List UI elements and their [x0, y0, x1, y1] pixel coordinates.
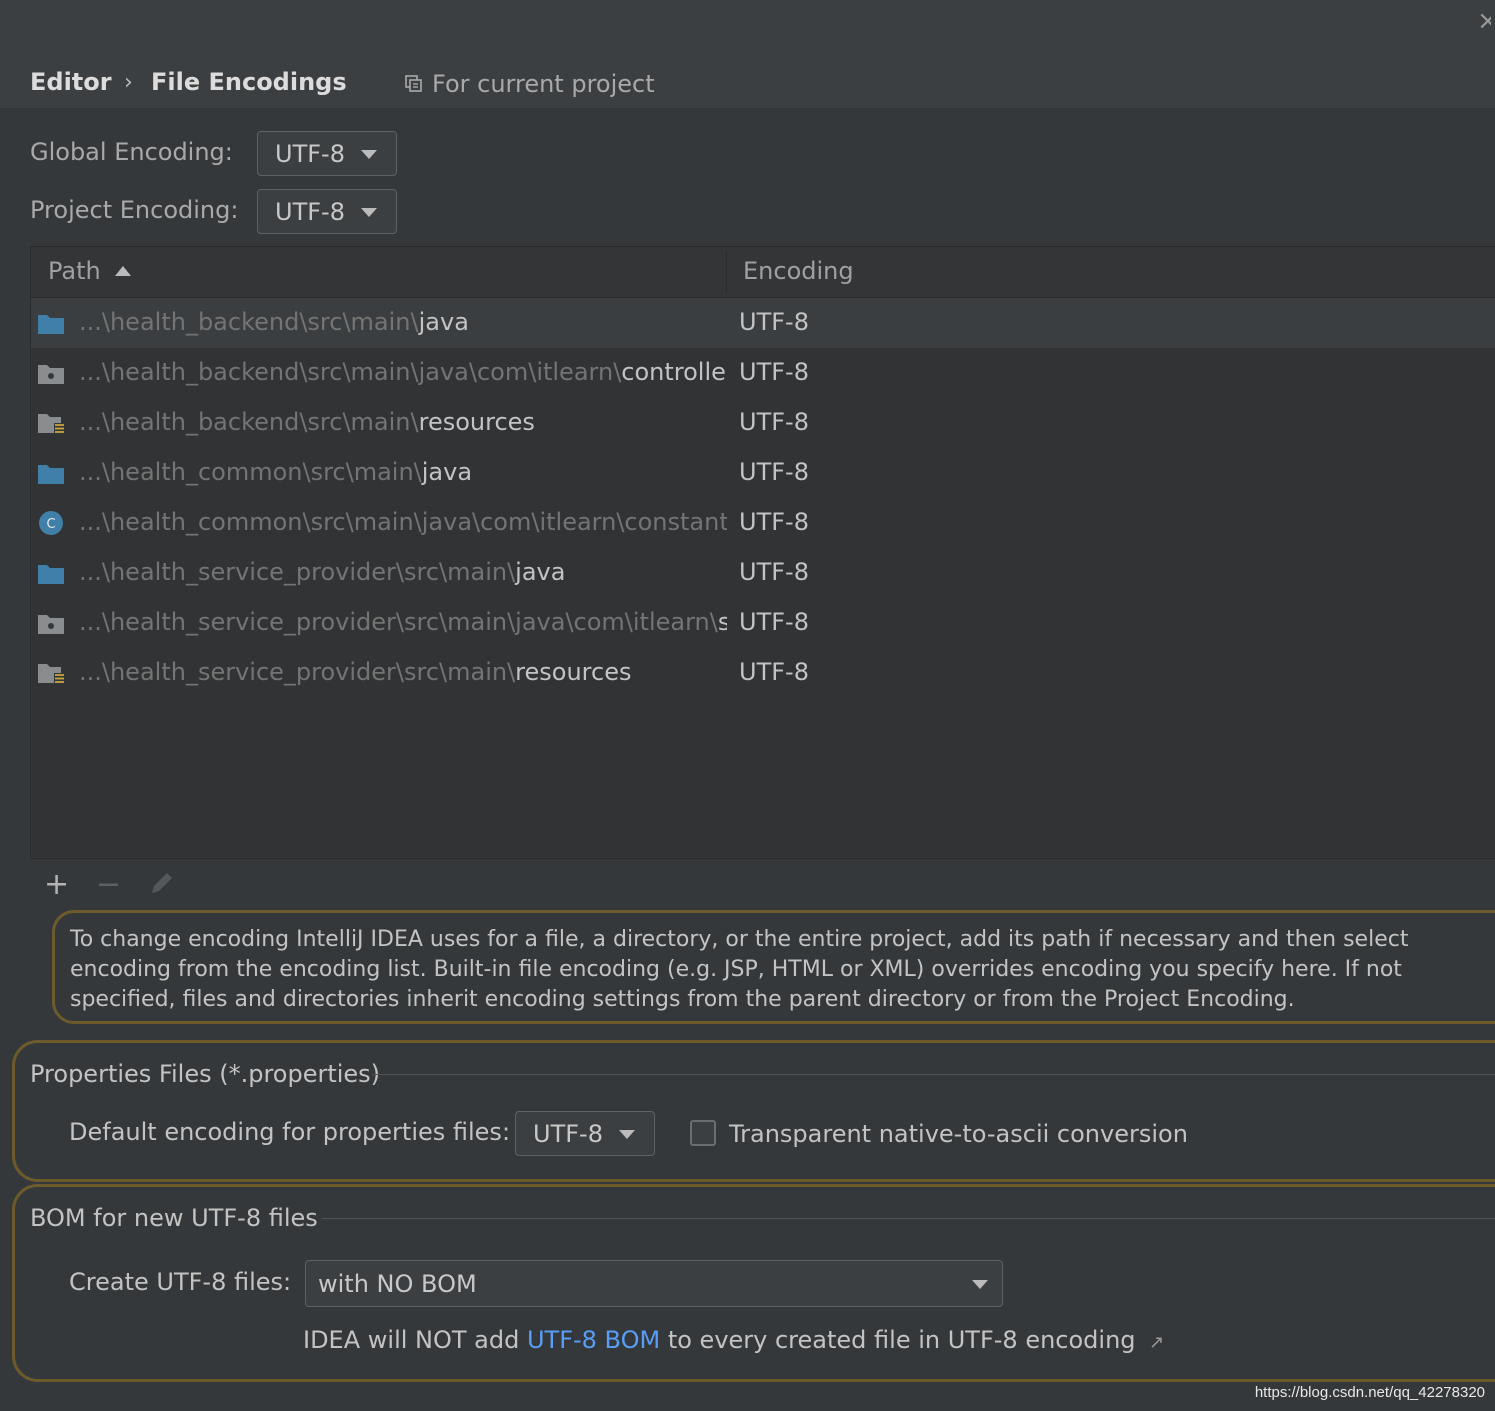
table-row[interactable]: ...\health_service_provider\src\main\jav… — [31, 548, 1495, 598]
row-encoding[interactable]: UTF-8 — [739, 308, 809, 336]
svg-text:C: C — [46, 517, 55, 532]
section-separator — [322, 1218, 1495, 1219]
breadcrumb-separator: › — [124, 70, 133, 95]
transparent-conversion-checkbox[interactable] — [690, 1120, 716, 1146]
row-path: ...\health_common\src\main\java — [79, 458, 473, 486]
global-encoding-dropdown[interactable]: UTF-8 — [257, 131, 397, 176]
bom-mode-value: with NO BOM — [318, 1269, 477, 1298]
properties-section-title: Properties Files (*.properties) — [30, 1060, 381, 1088]
encoding-help-text: To change encoding IntelliJ IDEA uses fo… — [52, 910, 1495, 1024]
bom-note-text: IDEA will NOT add — [303, 1326, 527, 1354]
project-encoding-dropdown[interactable]: UTF-8 — [257, 189, 397, 234]
package-icon — [38, 615, 64, 634]
resources-folder-icon — [38, 414, 64, 434]
edit-pencil-icon[interactable] — [148, 869, 176, 897]
table-row[interactable]: ...\health_backend\src\main\java UTF-8 — [31, 298, 1495, 348]
source-folder-icon — [38, 465, 64, 484]
column-header-encoding[interactable]: Encoding — [743, 257, 854, 285]
global-encoding-label: Global Encoding: — [30, 138, 233, 166]
row-path: ...\health_service_provider\src\main\res… — [79, 658, 632, 686]
external-link-icon[interactable]: ↗ — [1149, 1332, 1164, 1353]
table-header: Path Encoding — [31, 247, 1495, 298]
table-row[interactable]: ...\health_backend\src\main\resources UTF… — [31, 398, 1495, 448]
row-path: ...\health_backend\src\main\java\com\itl… — [79, 358, 727, 386]
bom-note: IDEA will NOT add UTF-8 BOM to every cre… — [303, 1326, 1164, 1354]
column-divider[interactable] — [726, 250, 727, 294]
watermark: https://blog.csdn.net/qq_42278320 — [1254, 1384, 1485, 1401]
properties-default-encoding-label: Default encoding for properties files: — [69, 1118, 511, 1146]
project-encoding-label: Project Encoding: — [30, 196, 239, 224]
sort-ascending-icon[interactable] — [114, 265, 132, 277]
section-separator — [372, 1074, 1495, 1075]
row-encoding[interactable]: UTF-8 — [739, 608, 809, 636]
table-row[interactable]: ...\health_service_provider\src\main\jav… — [31, 598, 1495, 648]
row-encoding[interactable]: UTF-8 — [739, 408, 809, 436]
create-utf8-label: Create UTF-8 files: — [69, 1268, 292, 1296]
source-folder-icon — [38, 315, 64, 334]
scope-label: For current project — [432, 70, 655, 98]
bom-section-title: BOM for new UTF-8 files — [30, 1204, 318, 1232]
project-encoding-value: UTF-8 — [275, 197, 345, 226]
settings-header: × Editor › File Encodings For current pr… — [0, 0, 1495, 108]
resources-folder-icon — [38, 664, 64, 684]
bom-note-text-end: to every created file in UTF-8 encoding — [660, 1326, 1136, 1354]
properties-encoding-dropdown[interactable]: UTF-8 — [515, 1111, 655, 1156]
row-path: ...\health_backend\src\main\java — [79, 308, 469, 336]
table-row[interactable]: C ...\health_common\src\main\java\com\itl… — [31, 498, 1495, 548]
breadcrumb-editor[interactable]: Editor — [30, 68, 112, 96]
add-button[interactable]: + — [44, 867, 69, 902]
class-icon: C — [39, 511, 63, 535]
utf8-bom-link[interactable]: UTF-8 BOM — [527, 1326, 660, 1354]
remove-button[interactable]: − — [96, 867, 121, 902]
bom-mode-dropdown[interactable]: with NO BOM — [305, 1260, 1003, 1307]
scope-indicator: For current project — [404, 70, 655, 98]
table-row[interactable]: ...\health_service_provider\src\main\res… — [31, 648, 1495, 698]
chevron-down-icon — [619, 1130, 635, 1139]
project-scope-icon — [405, 75, 422, 92]
row-encoding[interactable]: UTF-8 — [739, 508, 809, 536]
properties-encoding-value: UTF-8 — [533, 1119, 603, 1148]
source-folder-icon — [38, 565, 64, 584]
table-row[interactable]: ...\health_backend\src\main\java\com\itl… — [31, 348, 1495, 398]
page-title: File Encodings — [151, 68, 347, 96]
transparent-conversion-label[interactable]: Transparent native-to-ascii conversion — [729, 1120, 1188, 1148]
row-encoding[interactable]: UTF-8 — [739, 358, 809, 386]
chevron-down-icon — [972, 1280, 988, 1289]
row-path: ...\health_common\src\main\java\com\itle… — [79, 508, 727, 536]
chevron-down-icon — [361, 208, 377, 217]
row-path: ...\health_backend\src\main\resources — [79, 408, 535, 436]
column-header-path[interactable]: Path — [48, 257, 101, 285]
row-path: ...\health_service_provider\src\main\jav… — [79, 608, 727, 636]
global-encoding-value: UTF-8 — [275, 139, 345, 168]
package-icon — [38, 365, 64, 384]
row-encoding[interactable]: UTF-8 — [739, 558, 809, 586]
chevron-down-icon — [361, 150, 377, 159]
close-icon[interactable]: × — [1477, 6, 1491, 36]
row-encoding[interactable]: UTF-8 — [739, 458, 809, 486]
row-encoding[interactable]: UTF-8 — [739, 658, 809, 686]
path-encoding-table[interactable]: Path Encoding ...\health_backend\src\mai… — [30, 246, 1495, 857]
table-toolbar: + − — [30, 858, 1495, 907]
row-path: ...\health_service_provider\src\main\jav… — [79, 558, 566, 586]
table-row[interactable]: ...\health_common\src\main\java UTF-8 — [31, 448, 1495, 498]
